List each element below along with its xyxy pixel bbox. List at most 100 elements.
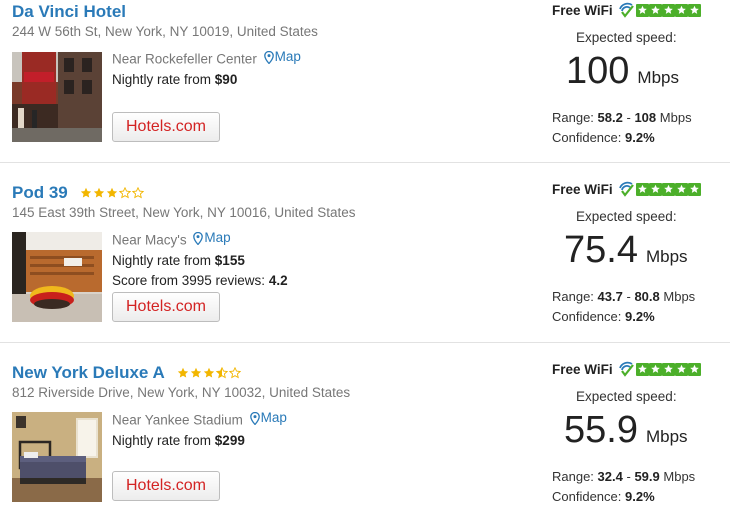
rate-label: Nightly rate from [112,252,212,268]
star-full-icon [106,187,117,198]
speed-value: 75.4 [564,229,638,271]
map-pin-icon [193,231,204,245]
range-unit: Mbps [663,289,696,304]
speed-unit: Mbps [645,247,688,266]
map-link-label: Map [204,230,231,245]
range-low: 43.7 [597,289,623,304]
range-unit: Mbps [659,110,692,125]
range-label: Range: [552,110,594,125]
speed-display: 100 Mbps [566,50,679,93]
speed-display: 75.4 Mbps [564,229,688,272]
wifi-check-icon [618,2,634,18]
map-link[interactable]: Map [263,47,301,67]
near-landmark: Near Macy's [112,232,187,248]
green-star-icon [635,182,649,196]
wifi-panel: Free WiFi Expected speed: 100 Mbps Range… [552,0,722,145]
near-landmark: Near Rockefeller Center [112,51,257,67]
confidence-value: 9.2% [625,130,655,145]
range-sep: - [626,289,631,304]
green-star-icon [674,182,688,196]
green-star-icon [661,3,675,17]
green-star-icon [674,3,688,17]
reviews-score: 4.2 [268,272,288,288]
expected-speed-label: Expected speed: [576,30,677,45]
star-empty-icon [118,187,131,199]
green-star-icon [648,182,662,196]
range-sep: - [626,110,631,125]
speed-value: 100 [566,50,630,92]
rate-label: Nightly rate from [112,432,212,448]
wifi-rating [635,362,701,376]
star-full-icon [177,367,188,378]
wifi-rating [635,182,701,196]
range-high: 80.8 [634,289,660,304]
green-star-icon [661,182,675,196]
rate-value: $90 [214,71,238,87]
map-link-label: Map [274,49,301,64]
range-label: Range: [552,289,594,304]
speed-value: 55.9 [564,409,638,451]
reviews-label: Score from 3995 reviews: [112,272,266,288]
wifi-check-icon [618,181,634,197]
wifi-panel: Free WiFi Expected speed: 75.4 Mbps Rang… [552,179,722,324]
star-full-icon [203,367,214,378]
confidence-label: Confidence: [552,309,622,324]
speed-range: Range: 58.2 - 108 Mbps Confidence: 9.2% [552,108,692,148]
map-link[interactable]: Map [193,228,231,248]
hotel-listing: Pod 39 145 East 39th Street, New York, N… [0,163,730,343]
map-pin-icon [263,50,274,64]
rate-value: $155 [214,252,245,268]
free-wifi-label: Free WiFi [552,2,613,18]
green-star-icon [648,362,662,376]
hotel-name-link[interactable]: Pod 39 [12,183,68,203]
near-landmark: Near Yankee Stadium [112,412,243,428]
hotel-listing: Da Vinci Hotel 244 W 56th St, New York, … [0,0,730,163]
star-half-icon [215,367,228,379]
confidence-label: Confidence: [552,489,622,504]
wifi-panel: Free WiFi Expected speed: 55.9 Mbps Rang… [552,359,722,504]
hotel-name-link[interactable]: New York Deluxe A [12,363,165,383]
expected-speed-label: Expected speed: [576,389,677,404]
hotels-com-button[interactable]: Hotels.com [112,292,220,322]
speed-unit: Mbps [637,68,679,87]
map-pin-icon [249,411,260,425]
star-empty-icon [228,367,241,379]
confidence-label: Confidence: [552,130,622,145]
range-unit: Mbps [663,469,696,484]
wifi-rating [635,3,701,17]
hotel-address: 145 East 39th Street, New York, NY 10016… [12,205,356,220]
range-sep: - [626,469,631,484]
star-empty-icon [131,187,144,199]
expected-speed-label: Expected speed: [576,209,677,224]
hotel-info: Near Macy's Map Nightly rate from $155 S… [112,228,288,291]
confidence-value: 9.2% [625,309,655,324]
hotel-photo[interactable] [12,52,102,142]
green-star-icon [687,3,701,17]
range-high: 108 [634,110,657,125]
hotels-com-button[interactable]: Hotels.com [112,112,220,142]
map-link[interactable]: Map [249,408,287,428]
star-full-icon [190,367,201,378]
map-link-label: Map [260,410,287,425]
green-star-icon [648,3,662,17]
hotel-info: Near Yankee Stadium Map Nightly rate fro… [112,408,287,451]
green-star-icon [635,3,649,17]
hotel-address: 812 Riverside Drive, New York, NY 10032,… [12,385,351,400]
hotel-photo[interactable] [12,412,102,502]
hotels-com-button[interactable]: Hotels.com [112,471,220,501]
hotel-name-row: New York Deluxe A [12,361,241,385]
confidence-value: 9.2% [625,489,655,504]
range-low: 32.4 [597,469,623,484]
hotel-listing: New York Deluxe A 812 Riverside Drive, N… [0,343,730,516]
speed-display: 55.9 Mbps [564,409,688,452]
hotel-info: Near Rockefeller Center Map Nightly rate… [112,47,301,90]
star-full-icon [93,187,104,198]
hotel-name-row: Pod 39 [12,181,144,205]
free-wifi-label: Free WiFi [552,361,613,377]
hotel-name-link[interactable]: Da Vinci Hotel [12,2,126,22]
green-star-icon [687,182,701,196]
hotel-photo[interactable] [12,232,102,322]
hotel-name-row: Da Vinci Hotel [12,0,126,24]
rate-value: $299 [214,432,245,448]
hotel-address: 244 W 56th St, New York, NY 10019, Unite… [12,24,318,39]
